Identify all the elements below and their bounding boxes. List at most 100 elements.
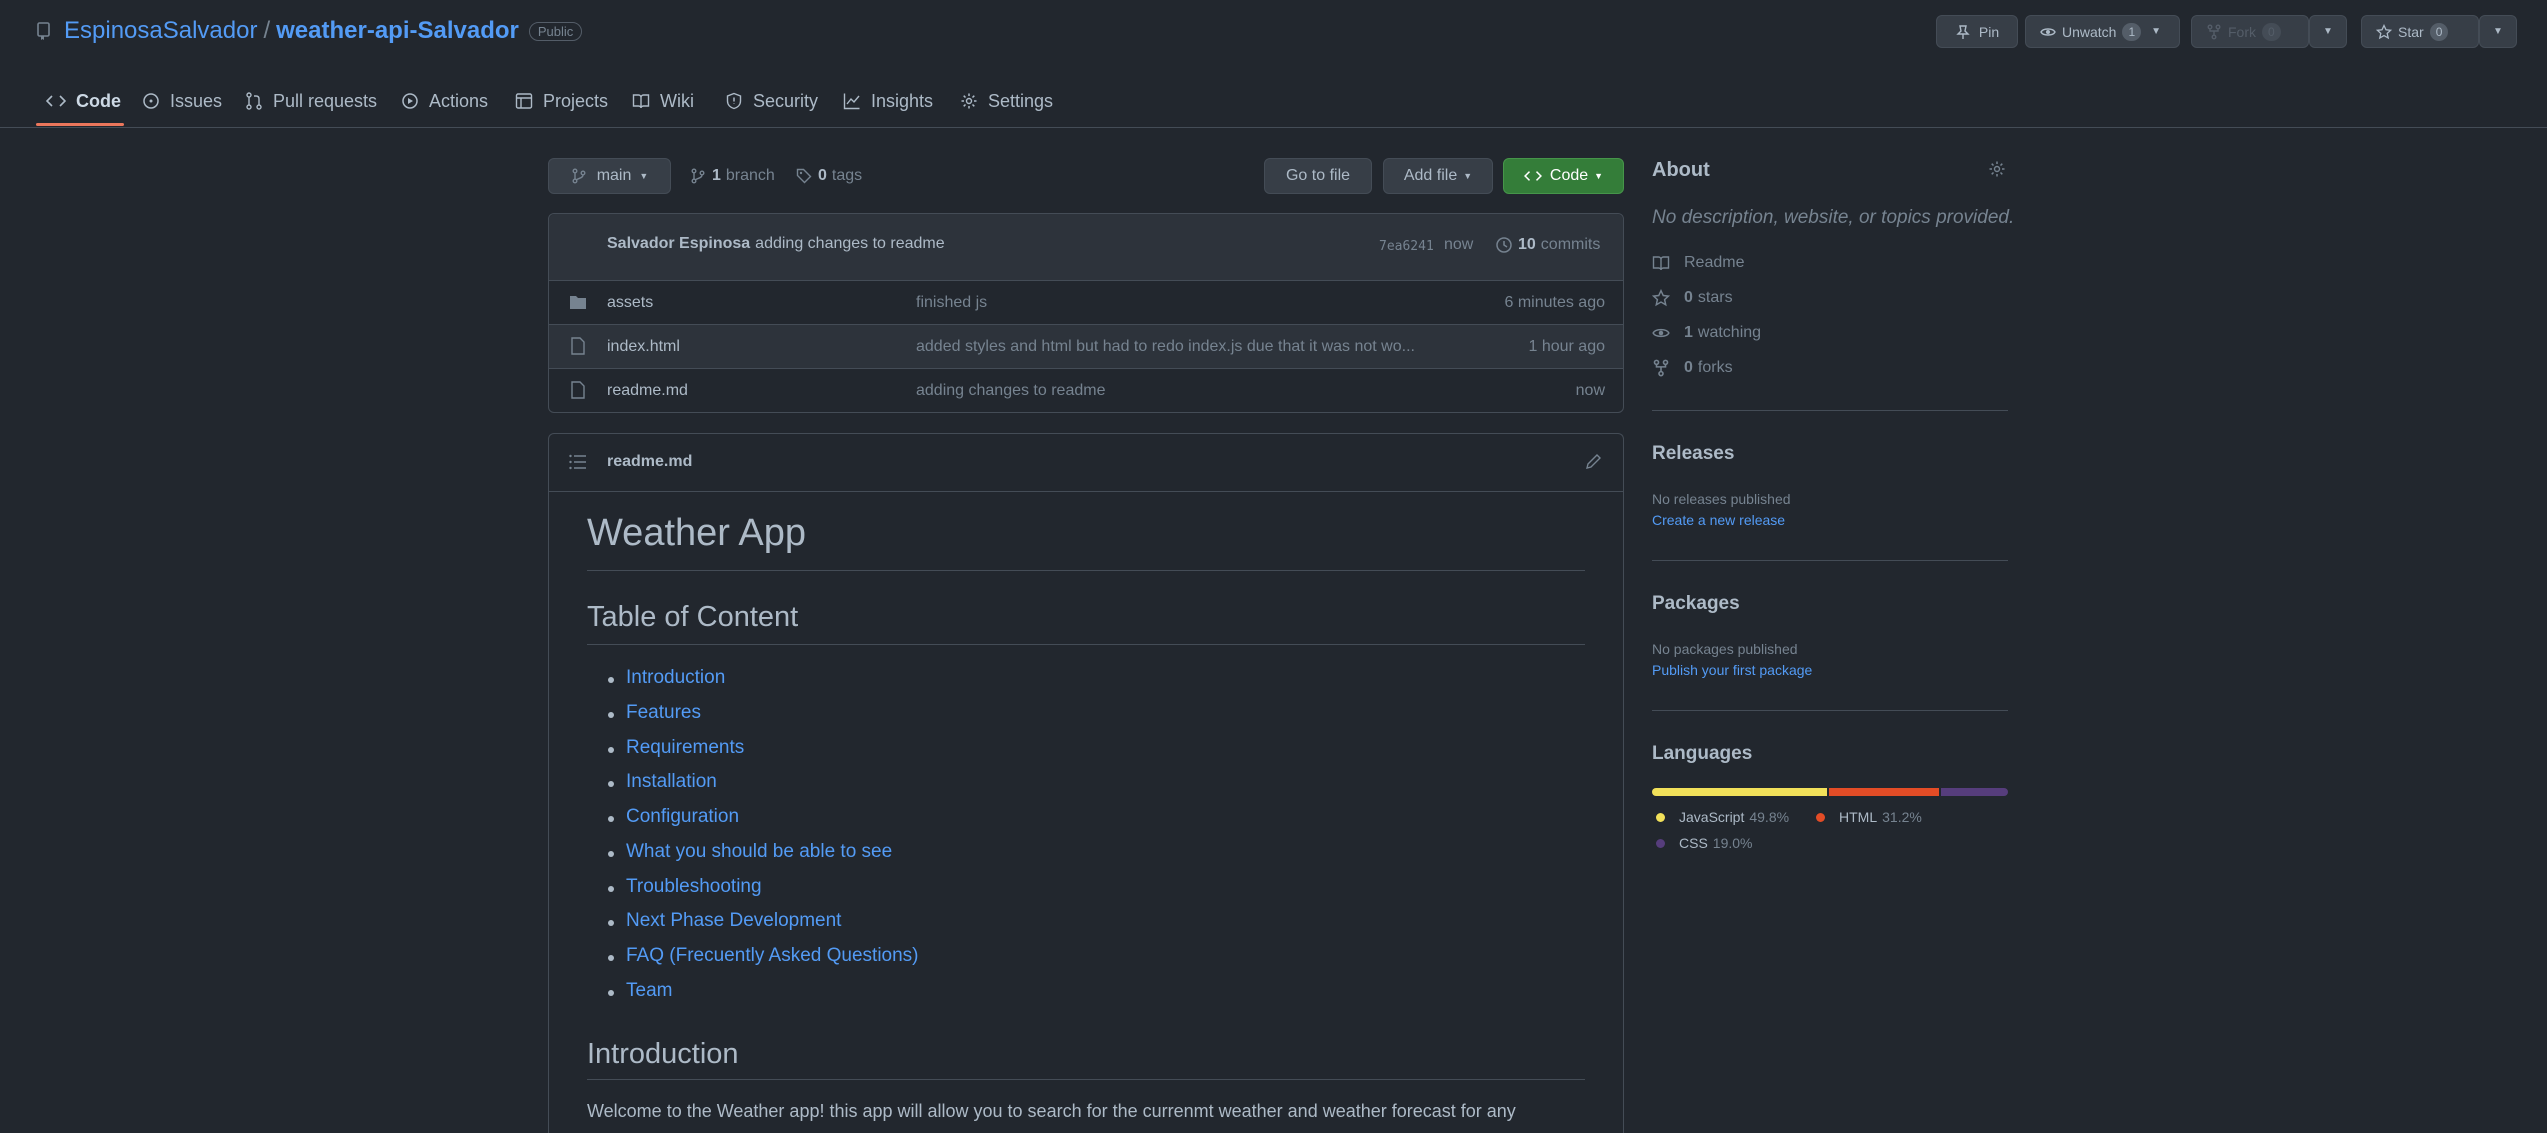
toc-link-team[interactable]: Team [626,980,672,1002]
tab-pull-requests[interactable]: Pull requests [245,86,377,116]
branch-label: branch [725,167,775,184]
tab-security[interactable]: Security [725,86,818,116]
toc-link-faq[interactable]: FAQ (Frecuently Asked Questions) [626,945,919,967]
tab-settings[interactable]: Settings [960,86,1053,116]
releases-heading[interactable]: Releases [1652,443,1734,465]
pin-button[interactable]: Pin [1936,15,2018,48]
create-release-link[interactable]: Create a new release [1652,512,1785,528]
code-button[interactable]: Code ▼ [1503,158,1624,194]
list-bullet [608,886,614,892]
unwatch-button[interactable]: Unwatch 1 ▼ [2025,15,2180,48]
tab-label: Wiki [660,90,694,111]
fork-dropdown-button[interactable]: ▼ [2309,15,2347,48]
commits-link[interactable]: 10 commits [1495,236,1600,254]
toc-link-what-you-should-see[interactable]: What you should be able to see [626,841,892,863]
branch-select-button[interactable]: main ▼ [548,158,671,194]
toc-link-requirements[interactable]: Requirements [626,737,744,759]
file-commit-message[interactable]: adding changes to readme [916,382,1105,400]
stars-link[interactable]: 0 stars [1652,289,1733,307]
commit-count: 10 [1518,236,1536,253]
forks-label: forks [1697,359,1733,376]
tags-link[interactable]: 0 tags [796,164,862,188]
divider [1652,560,2008,561]
language-color-dot [1656,838,1665,848]
toc-link-introduction[interactable]: Introduction [626,667,725,689]
star-button[interactable]: Star 0 [2361,15,2479,48]
forks-link[interactable]: 0 forks [1652,359,1733,377]
toc-link-installation[interactable]: Installation [626,771,717,793]
repo-name-link[interactable]: weather-api-Salvador [276,17,519,45]
watchers-link[interactable]: 1 watching [1652,324,1761,342]
chevron-down-icon: ▼ [639,171,649,181]
toc-link-troubleshooting[interactable]: Troubleshooting [626,876,762,898]
go-to-file-button[interactable]: Go to file [1264,158,1372,194]
eye-icon [1652,328,1670,338]
file-row[interactable]: assets finished js 6 minutes ago [549,280,1623,324]
toc-link-next-phase[interactable]: Next Phase Development [626,910,841,932]
pencil-icon[interactable] [1585,452,1603,470]
readme-link[interactable]: Readme [1652,254,1744,272]
tab-insights[interactable]: Insights [843,86,933,116]
file-commit-message[interactable]: finished js [916,294,987,312]
file-name[interactable]: index.html [607,338,680,356]
tab-actions[interactable]: Actions [401,86,488,116]
tab-code[interactable]: Code [46,86,121,116]
eye-icon [2040,27,2056,36]
language-item-javascript[interactable]: JavaScript 49.8% [1652,809,1789,825]
list-bullet [608,747,614,753]
commit-sha[interactable]: 7ea6241 [1379,239,1434,254]
tab-issues[interactable]: Issues [142,86,222,116]
tag-count: 0 [818,167,827,184]
section-heading-introduction: Introduction [587,1038,739,1070]
divider [587,570,1585,571]
list-bullet [608,990,614,996]
star-dropdown-button[interactable]: ▼ [2479,15,2517,48]
language-percent: 31.2% [1882,809,1922,825]
git-pull-request-icon [246,92,262,110]
repo-owner-link[interactable]: EspinosaSalvador [64,17,257,45]
file-updated-time: 6 minutes ago [1504,294,1605,311]
file-name[interactable]: readme.md [607,382,688,400]
language-color-dot [1816,812,1825,822]
toc-heading: Table of Content [587,601,799,633]
repo-separator: / [263,17,271,44]
fork-icon [1653,359,1669,377]
file-row[interactable]: index.html added styles and html but had… [549,324,1623,368]
commit-message[interactable]: adding changes to readme [755,235,944,253]
chevron-down-icon: ▼ [1594,171,1604,181]
table-icon [515,93,533,109]
packages-heading[interactable]: Packages [1652,593,1740,615]
branch-name: main [596,167,632,184]
readme-filename[interactable]: readme.md [607,453,692,471]
fork-button[interactable]: Fork 0 [2191,15,2309,48]
unwatch-dropdown-caret[interactable]: ▼ [2151,26,2161,37]
branches-link[interactable]: 1 branch [690,164,775,188]
repo-icon [37,22,50,40]
toc-link-configuration[interactable]: Configuration [626,806,739,828]
add-file-button[interactable]: Add file ▼ [1383,158,1493,194]
star-label: Star [2398,23,2424,40]
language-color-dot [1656,812,1665,822]
play-icon [402,93,418,109]
packages-empty-text: No packages published [1652,641,1798,657]
publish-package-link[interactable]: Publish your first package [1652,662,1812,678]
commit-author[interactable]: Salvador Espinosa [607,235,750,253]
intro-paragraph: Welcome to the Weather app! this app wil… [587,1101,1516,1121]
pin-icon [1956,24,1970,39]
language-name: HTML [1839,809,1878,825]
star-icon [2376,23,2392,39]
file-row[interactable]: readme.md adding changes to readme now [549,368,1623,412]
list-unordered-icon[interactable] [569,454,587,470]
language-item-css[interactable]: CSS 19.0% [1652,835,1753,851]
tab-projects[interactable]: Projects [515,86,608,116]
tab-wiki[interactable]: Wiki [632,86,694,116]
toc-link-features[interactable]: Features [626,702,701,724]
chevron-down-icon: ▼ [1463,171,1473,181]
file-commit-message[interactable]: added styles and html but had to redo in… [916,338,1415,356]
divider [587,644,1585,645]
gear-icon[interactable] [1988,160,2006,178]
list-bullet [608,816,614,822]
file-name[interactable]: assets [607,294,653,312]
file-updated-time: 1 hour ago [1528,338,1605,355]
language-item-html[interactable]: HTML 31.2% [1812,809,1922,825]
